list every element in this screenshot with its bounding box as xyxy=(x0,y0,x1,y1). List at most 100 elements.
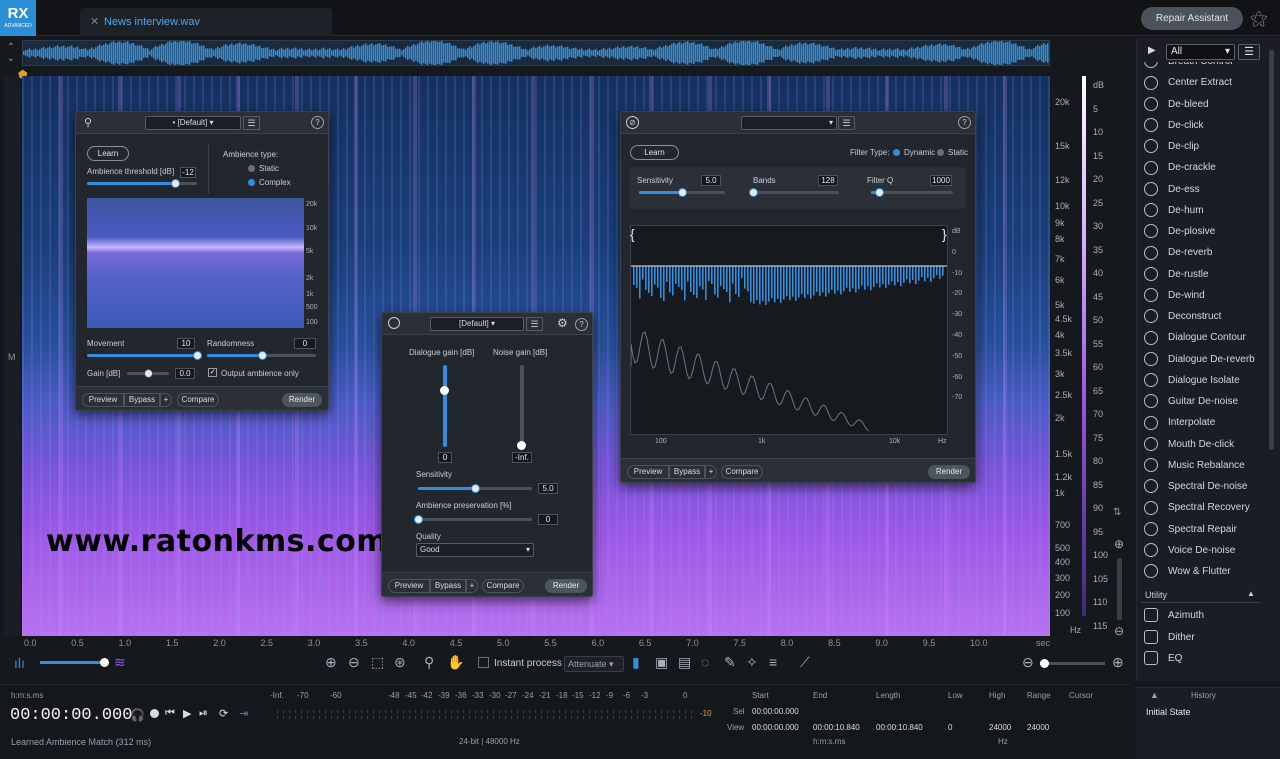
preset-menu-icon[interactable]: ☰ xyxy=(243,116,260,130)
utility-item[interactable]: EQ xyxy=(1144,649,1264,669)
time-selection-icon[interactable]: ▮ xyxy=(632,654,640,671)
module-item[interactable]: Guitar De-noise xyxy=(1144,392,1264,412)
sensitivity-slider[interactable] xyxy=(639,188,725,197)
threshold-input[interactable]: -12 xyxy=(180,167,196,178)
help-icon[interactable]: ? xyxy=(575,318,588,331)
magnify-icon[interactable]: ⚲ xyxy=(424,654,434,671)
render-button[interactable]: Render xyxy=(928,465,970,479)
zoom-fit-icon[interactable]: ⇅ xyxy=(1113,507,1121,518)
module-item[interactable]: De-clip xyxy=(1144,137,1264,157)
noise-gain-fader[interactable] xyxy=(517,365,526,450)
randomness-input[interactable]: 0 xyxy=(294,338,316,349)
module-item[interactable]: De-crackle xyxy=(1144,158,1264,178)
compare-button[interactable]: Compare xyxy=(177,393,219,407)
view-end-value[interactable]: 00:00:10.840 xyxy=(813,723,860,732)
quality-select[interactable]: Good ▾ xyxy=(416,543,534,557)
headphones-icon[interactable]: 🎧 xyxy=(130,708,145,722)
magic-wand-icon[interactable]: ✧ xyxy=(746,654,758,671)
help-icon[interactable]: ? xyxy=(958,116,971,129)
collapse-icon[interactable]: ▲ xyxy=(1247,589,1255,598)
preset-select[interactable]: ▾ xyxy=(741,116,837,130)
static-radio[interactable]: Static xyxy=(248,164,279,173)
play-icon[interactable]: ▶ xyxy=(183,707,191,720)
render-button[interactable]: Render xyxy=(282,393,322,407)
instant-process-checkbox[interactable] xyxy=(478,657,489,668)
harmonic-selection-icon[interactable]: ≡ xyxy=(769,654,777,670)
gain-input[interactable]: 0.0 xyxy=(175,368,195,379)
module-item[interactable]: Mouth De-click xyxy=(1144,435,1264,455)
brush-icon[interactable]: ✎ xyxy=(724,654,736,671)
module-item[interactable]: Dialogue De-reverb xyxy=(1144,350,1264,370)
zoom-selection-icon[interactable]: ⬚ xyxy=(371,654,384,671)
module-item[interactable]: Center Extract xyxy=(1144,73,1264,93)
sensitivity-input[interactable]: 5.0 xyxy=(538,483,558,494)
preview-button[interactable]: Preview xyxy=(627,465,669,479)
zoom-out-vertical-icon[interactable]: ⊖ xyxy=(1114,624,1124,638)
compare-button[interactable]: Compare xyxy=(482,579,524,593)
preview-button[interactable]: Preview xyxy=(388,579,430,593)
dialogue-gain-fader[interactable] xyxy=(440,365,449,447)
module-item[interactable]: Spectral Recovery xyxy=(1144,498,1264,518)
repair-assistant-icon[interactable]: ⚝ xyxy=(1250,8,1274,30)
record-icon[interactable] xyxy=(150,709,159,718)
render-button[interactable]: Render xyxy=(545,579,587,593)
zoom-in-icon[interactable]: ⊕ xyxy=(325,654,337,671)
overview-toggle-icon[interactable]: ⌃ ⌄ xyxy=(4,42,18,64)
bypass-button[interactable]: Bypass xyxy=(430,579,466,593)
high-value[interactable]: 24000 xyxy=(989,723,1011,732)
zoom-out-time-icon[interactable]: ⊖ xyxy=(1022,654,1034,671)
attenuate-select[interactable]: Attenuate ▾ xyxy=(564,656,624,672)
module-item[interactable]: Music Rebalance xyxy=(1144,456,1264,476)
filterq-slider[interactable] xyxy=(871,188,953,197)
zoom-in-vertical-icon[interactable]: ⊕ xyxy=(1114,537,1124,551)
bypass-button[interactable]: Bypass xyxy=(124,393,160,407)
ambience-preservation-slider[interactable] xyxy=(414,515,532,524)
sensitivity-slider[interactable] xyxy=(418,484,532,493)
threshold-slider[interactable] xyxy=(87,179,197,188)
time-zoom-slider[interactable] xyxy=(1040,659,1105,668)
sensitivity-input[interactable]: 5.0 xyxy=(701,175,721,186)
preset-menu-icon[interactable]: ☰ xyxy=(526,317,543,331)
utility-item[interactable]: Dither xyxy=(1144,628,1264,648)
preset-select[interactable]: [Default] ▾ xyxy=(430,317,524,331)
module-item[interactable]: De-bleed xyxy=(1144,95,1264,115)
view-start-value[interactable]: 00:00:00.000 xyxy=(752,723,799,732)
preset-menu-icon[interactable]: ☰ xyxy=(838,116,855,130)
gain-slider[interactable] xyxy=(127,369,169,378)
frequency-selection-icon[interactable]: ▤ xyxy=(678,654,691,671)
complex-radio[interactable]: Complex xyxy=(248,178,291,187)
static-radio[interactable]: Static xyxy=(937,148,968,157)
history-item[interactable]: Initial State xyxy=(1146,707,1191,717)
utility-item[interactable]: Azimuth xyxy=(1144,606,1264,626)
low-handle-icon[interactable]: { xyxy=(630,226,635,242)
file-tab[interactable]: ✕ News interview.wav xyxy=(80,8,332,36)
waveform-overview[interactable] xyxy=(22,39,1050,67)
module-scrollbar[interactable] xyxy=(1269,50,1274,450)
follow-playhead-icon[interactable]: ⇥ xyxy=(239,707,248,720)
view-length-value[interactable]: 00:00:10.840 xyxy=(876,723,923,732)
zoom-in-time-icon[interactable]: ⊕ xyxy=(1112,654,1124,671)
high-handle-icon[interactable]: } xyxy=(942,226,947,242)
module-item[interactable]: De-rustle xyxy=(1144,265,1264,285)
waveform-icon[interactable]: ılı xyxy=(14,655,25,671)
module-menu-icon[interactable]: ☰ xyxy=(1238,44,1260,60)
preset-select[interactable]: • [Default] ▾ xyxy=(145,116,241,130)
module-item[interactable]: De-ess xyxy=(1144,180,1264,200)
preview-button[interactable]: Preview xyxy=(82,393,124,407)
bands-input[interactable]: 128 xyxy=(818,175,838,186)
module-item[interactable]: Spectral Repair xyxy=(1144,520,1264,540)
close-tab-icon[interactable]: ✕ xyxy=(90,8,99,36)
loop-icon[interactable]: ⟳ xyxy=(219,707,228,720)
learn-button[interactable]: Learn xyxy=(630,145,679,160)
vertical-zoom-slider[interactable] xyxy=(1117,558,1122,620)
movement-input[interactable]: 10 xyxy=(177,338,195,349)
output-ambience-checkbox[interactable]: ✓ xyxy=(208,368,217,377)
module-item[interactable]: De-wind xyxy=(1144,286,1264,306)
time-format-select[interactable]: h:m:s.ms xyxy=(11,691,43,700)
filterq-input[interactable]: 1000 xyxy=(930,175,952,186)
compare-button[interactable]: Compare xyxy=(721,465,763,479)
learn-button[interactable]: Learn xyxy=(87,146,129,161)
module-item[interactable]: Interpolate xyxy=(1144,413,1264,433)
range-value[interactable]: 24000 xyxy=(1027,723,1049,732)
play-module-chain-icon[interactable]: ▶ xyxy=(1148,45,1156,56)
